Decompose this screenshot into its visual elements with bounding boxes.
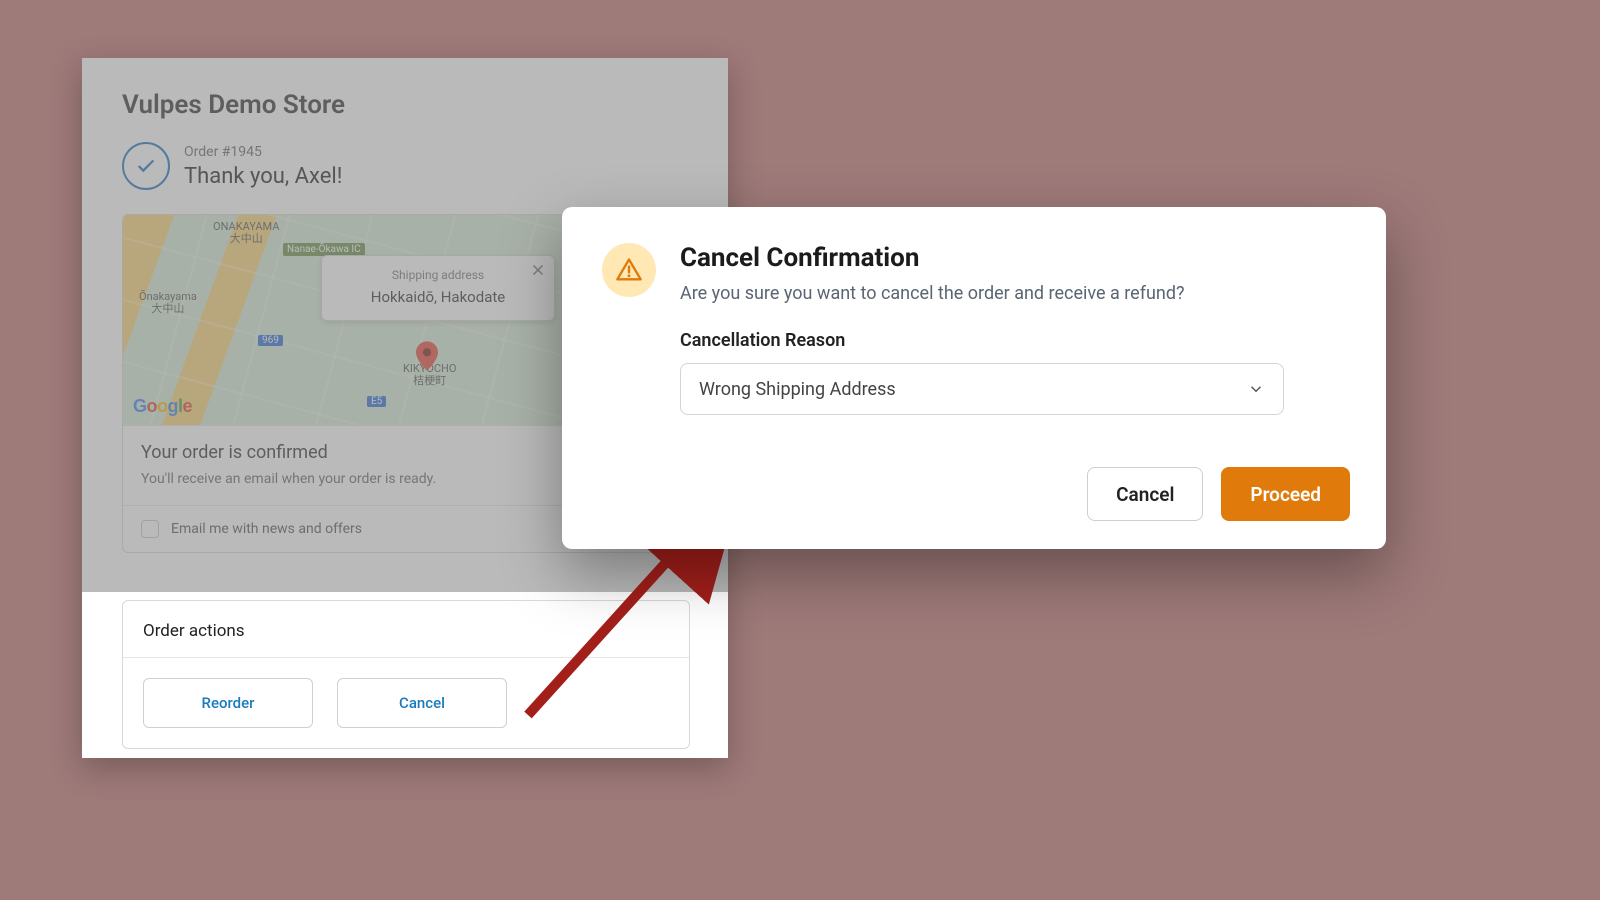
modal-subtitle: Are you sure you want to cancel the orde… [680,283,1185,304]
map-place-label: Ōnakayama大中山 [139,291,197,315]
news-optin-checkbox[interactable] [141,520,159,538]
cancellation-reason-label: Cancellation Reason [680,330,1346,351]
reorder-button[interactable]: Reorder [143,678,313,728]
map-route-label: E5 [367,396,386,407]
google-logo: Google [133,396,192,417]
checkmark-icon [122,142,170,190]
thank-you-message: Thank you, Axel! [184,164,342,189]
cancel-confirmation-modal: Cancel Confirmation Are you sure you wan… [562,207,1386,549]
modal-cancel-button[interactable]: Cancel [1087,467,1203,521]
modal-title: Cancel Confirmation [680,243,1185,273]
cancellation-reason-value: Wrong Shipping Address [699,379,896,400]
map-pin-icon [416,341,438,375]
warning-icon [602,243,656,297]
order-number: Order #1945 [184,144,342,160]
map-address-popup: Shipping address Hokkaidō, Hakodate [321,255,555,321]
order-header: Order #1945 Thank you, Axel! [122,142,688,190]
map-route-label: 969 [258,335,283,346]
modal-proceed-button[interactable]: Proceed [1221,467,1350,521]
popup-address: Hokkaidō, Hakodate [336,288,540,306]
cancel-order-button[interactable]: Cancel [337,678,507,728]
store-name: Vulpes Demo Store [122,90,688,120]
popup-label: Shipping address [336,268,540,282]
map-place-label: ONAKAYAMA大中山 [213,221,279,245]
chevron-down-icon [1247,380,1265,398]
close-icon[interactable] [530,262,546,278]
news-optin-label: Email me with news and offers [171,521,362,537]
cancellation-reason-select[interactable]: Wrong Shipping Address [680,363,1284,415]
